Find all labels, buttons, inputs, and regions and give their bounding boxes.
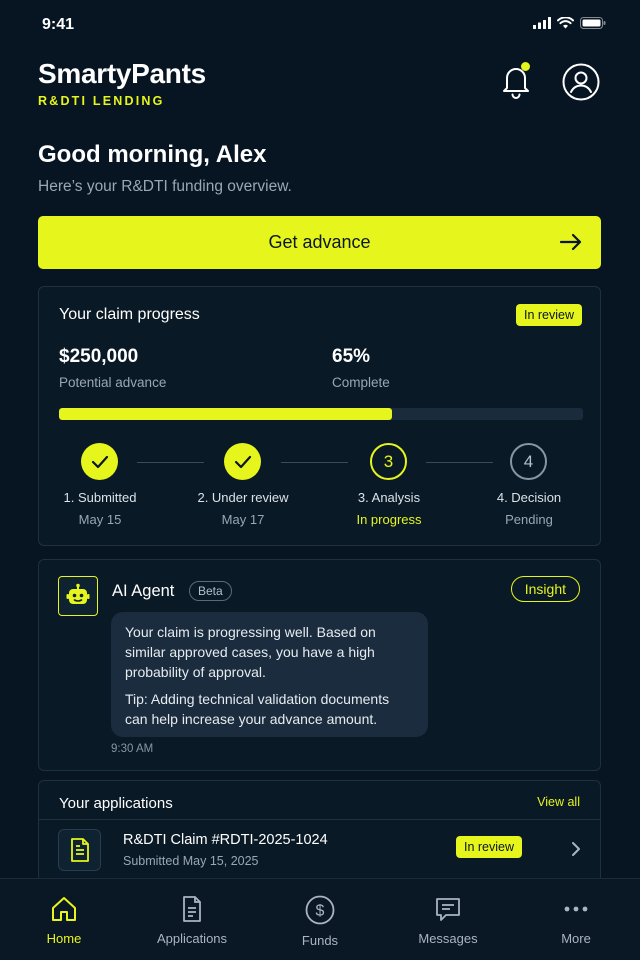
bottom-nav: Home Applications $ Funds Messages More xyxy=(0,878,640,960)
step-1-label: 1. Submitted xyxy=(63,490,137,505)
nav-applications[interactable]: Applications xyxy=(128,879,256,960)
wifi-icon xyxy=(557,17,574,29)
nav-applications-label: Applications xyxy=(156,931,228,946)
complete-label: Complete xyxy=(332,375,390,390)
more-icon xyxy=(564,906,588,912)
step-3-date: In progress xyxy=(356,512,422,527)
step-4-label: 4. Decision xyxy=(496,490,562,505)
get-advance-button[interactable]: Get advance xyxy=(38,216,601,269)
nav-more[interactable]: More xyxy=(512,879,640,960)
step-2-check-icon xyxy=(224,443,261,480)
brand-subtitle: R&DTI LENDING xyxy=(38,94,165,108)
step-3-circle: 3 xyxy=(370,443,407,480)
claim-progress-card: Your claim progress In review $250,000 P… xyxy=(38,286,601,546)
divider xyxy=(39,819,600,820)
svg-text:$: $ xyxy=(316,903,325,920)
nav-home[interactable]: Home xyxy=(0,879,128,960)
ai-tip-text: Tip: Adding technical validation documen… xyxy=(125,691,390,727)
battery-icon xyxy=(580,17,606,29)
step-3-label: 3. Analysis xyxy=(357,490,421,505)
advance-amount-label: Potential advance xyxy=(59,375,167,390)
application-name[interactable]: R&DTI Claim #RDTI-2025-1024 xyxy=(123,832,328,848)
get-advance-label: Get advance xyxy=(268,232,371,252)
ai-message-time: 9:30 AM xyxy=(111,743,154,755)
nav-messages[interactable]: Messages xyxy=(384,879,512,960)
status-icons xyxy=(533,17,606,29)
progress-bar-fill xyxy=(59,408,392,420)
nav-funds-label: Funds xyxy=(301,933,339,948)
ai-agent-card: AI Agent Beta Insight Your claim is prog… xyxy=(38,559,601,771)
view-all-link[interactable]: View all xyxy=(537,795,580,809)
progress-bar xyxy=(59,408,583,420)
step-1-date: May 15 xyxy=(78,512,122,527)
claim-progress-title: Your claim progress xyxy=(59,306,200,323)
advance-amount: $250,000 xyxy=(59,346,139,367)
status-time: 9:41 xyxy=(42,16,75,33)
signal-icon xyxy=(533,17,551,29)
nav-messages-label: Messages xyxy=(418,931,478,946)
nav-home-label: Home xyxy=(46,931,82,946)
ai-message-text: Your claim is progressing well. Based on… xyxy=(125,624,376,680)
beta-badge: Beta xyxy=(189,581,232,601)
notification-dot xyxy=(521,62,530,71)
nav-more-label: More xyxy=(561,931,591,946)
nav-funds[interactable]: $ Funds xyxy=(256,879,384,960)
brand-logo: SmartyPants xyxy=(38,58,206,89)
message-icon xyxy=(436,898,460,921)
robot-icon xyxy=(58,576,98,616)
step-4-circle: 4 xyxy=(510,443,547,480)
step-1-check-icon xyxy=(81,443,118,480)
greeting-subtitle: Here’s your R&DTI funding overview. xyxy=(38,178,292,195)
step-2-label: 2. Under review xyxy=(197,490,289,505)
profile-icon[interactable] xyxy=(562,63,600,101)
ai-message-bubble: Your claim is progressing well. Based on… xyxy=(111,612,428,737)
applications-title: Your applications xyxy=(59,795,173,812)
complete-percent: 65% xyxy=(332,346,371,367)
dollar-icon: $ xyxy=(305,895,335,925)
step-connector xyxy=(426,462,493,463)
home-icon xyxy=(52,897,76,921)
application-status-badge: In review xyxy=(456,836,523,858)
arrow-right-icon xyxy=(559,233,582,251)
step-4-date: Pending xyxy=(505,512,553,527)
step-2-date: May 17 xyxy=(221,512,265,527)
greeting-title: Good morning, Alex xyxy=(38,141,267,168)
step-connector xyxy=(281,462,348,463)
chevron-right-icon[interactable] xyxy=(570,841,582,857)
document-icon xyxy=(58,829,101,871)
status-badge: In review xyxy=(515,304,582,326)
document-icon xyxy=(183,896,201,922)
step-connector xyxy=(137,462,204,463)
insight-chip[interactable]: Insight xyxy=(510,576,580,602)
ai-agent-title: AI Agent xyxy=(112,582,175,600)
application-submitted: Submitted May 15, 2025 xyxy=(123,854,259,868)
